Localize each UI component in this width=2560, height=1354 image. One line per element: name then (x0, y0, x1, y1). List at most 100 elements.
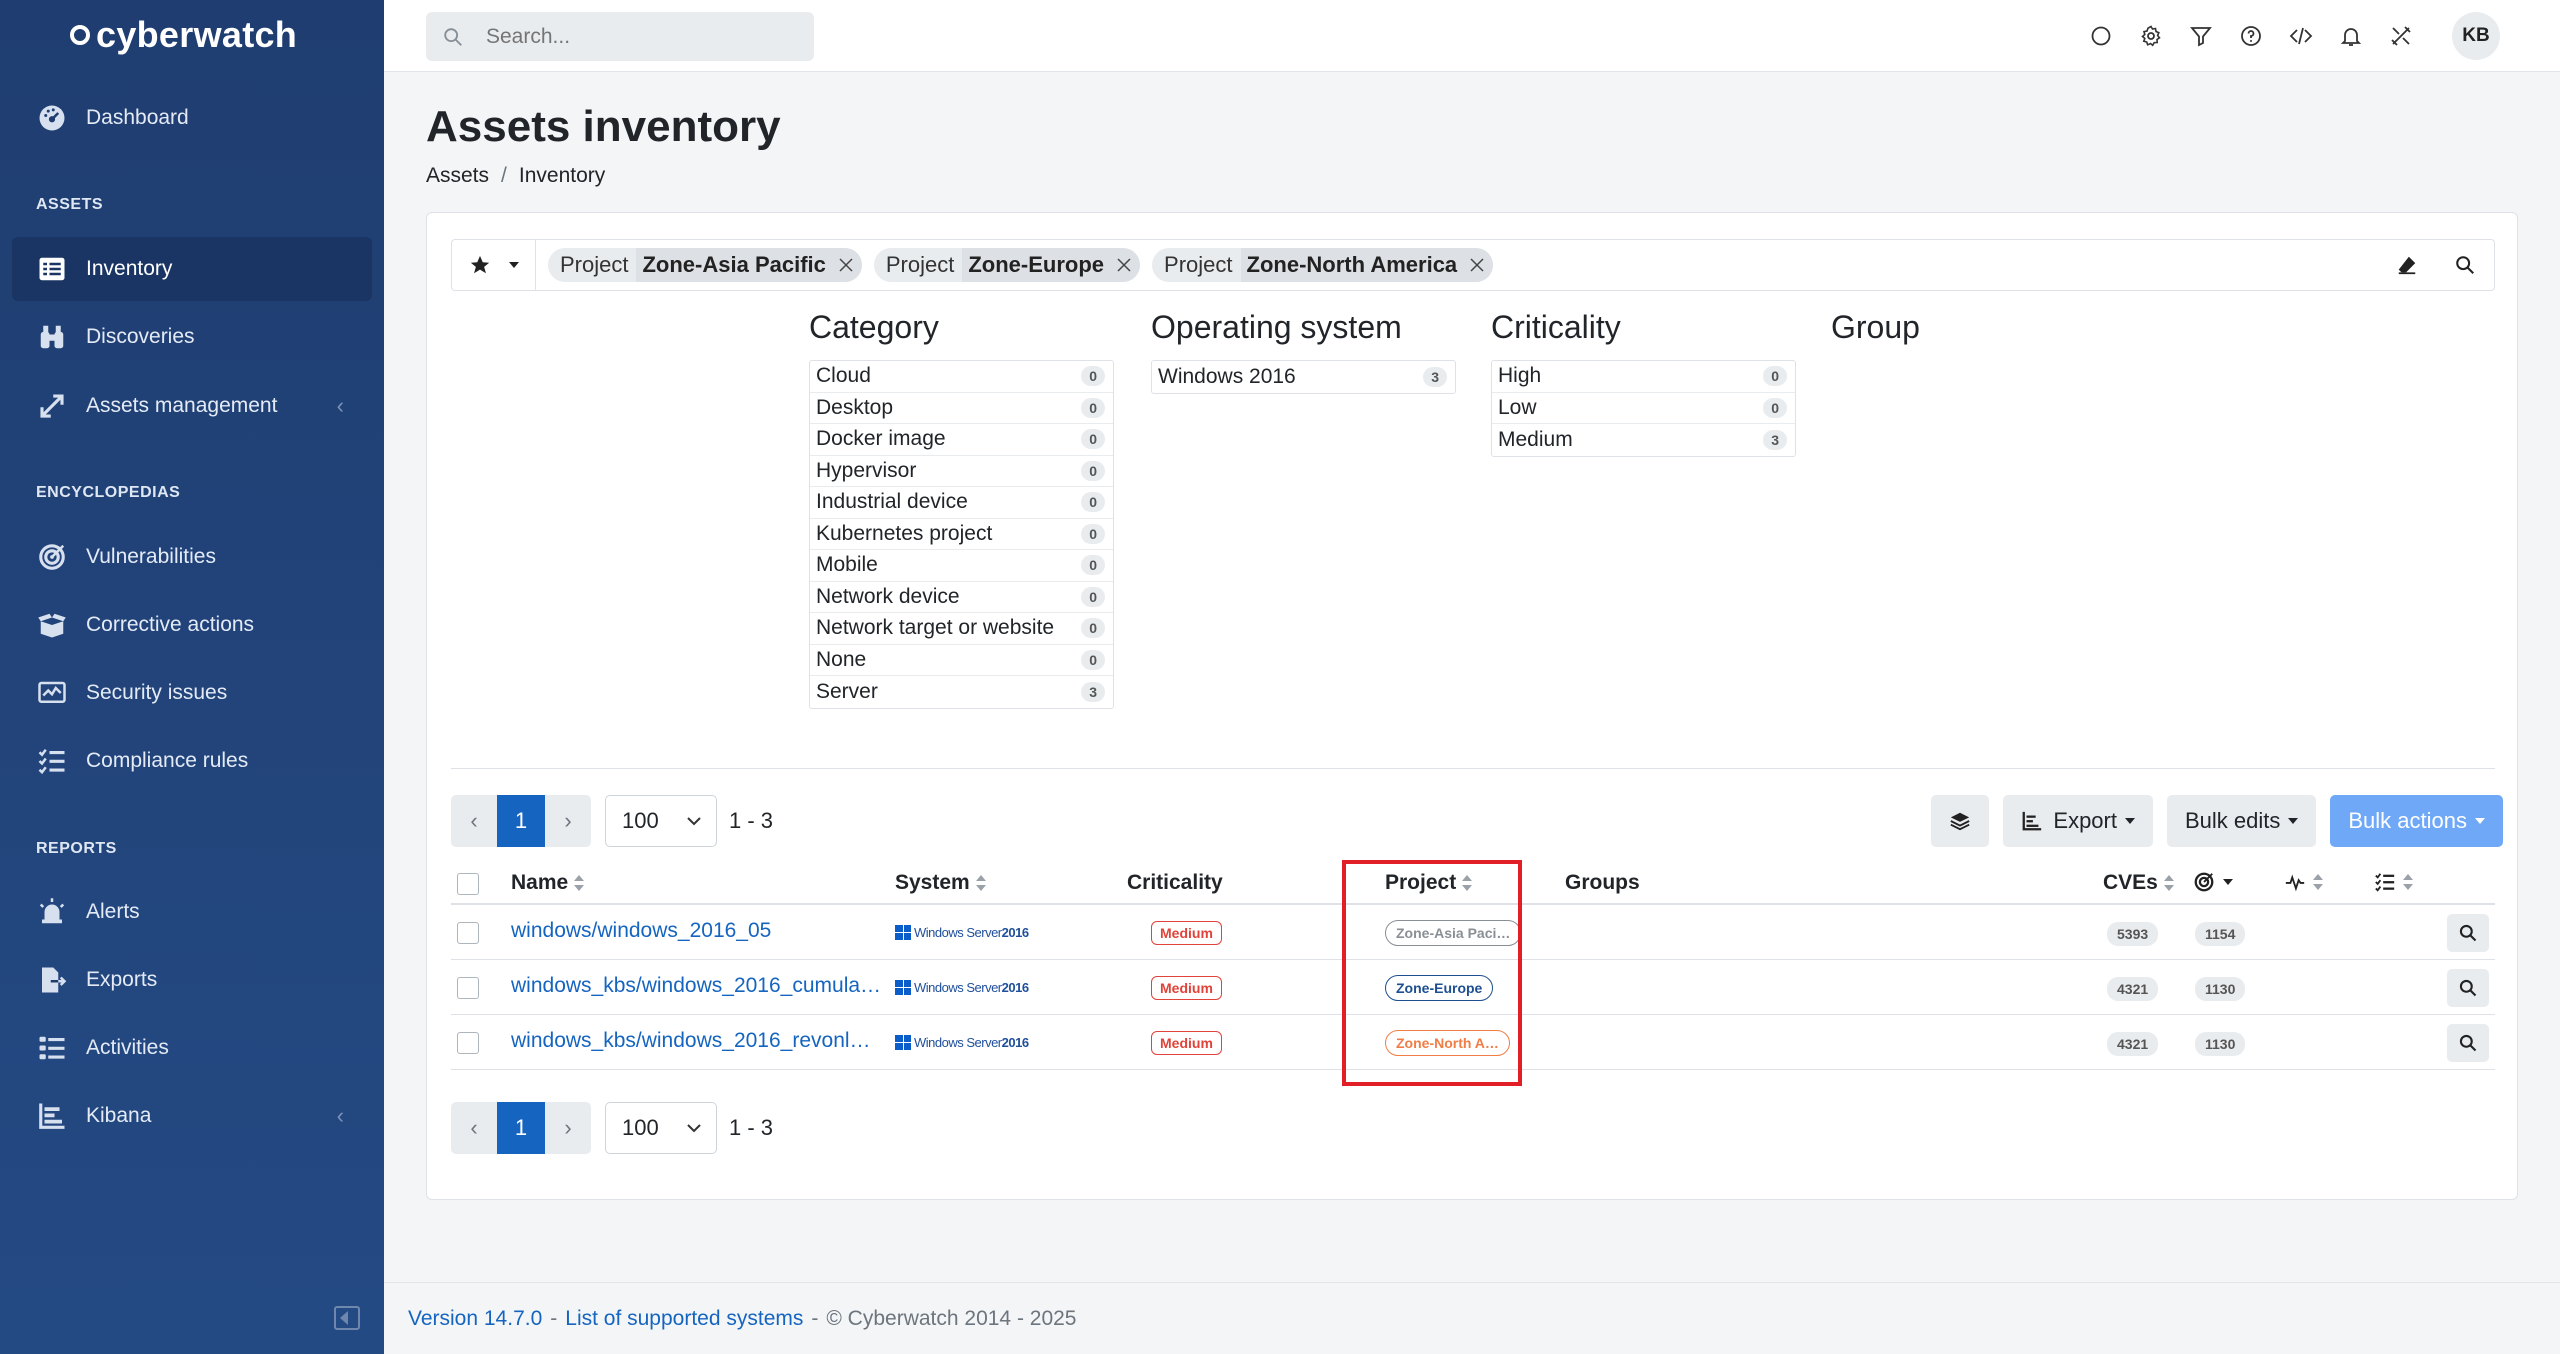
sidebar-item-label: Dashboard (86, 106, 189, 129)
close-icon[interactable] (829, 248, 862, 282)
view-asset-button[interactable] (2447, 914, 2489, 952)
column-name[interactable]: Name (511, 871, 585, 895)
next-page-button[interactable]: › (545, 795, 591, 847)
facet-label: Server (816, 679, 878, 703)
bell-icon[interactable] (2326, 16, 2376, 56)
box-open-icon (36, 609, 68, 641)
search-input[interactable] (486, 24, 786, 49)
close-icon[interactable] (1461, 248, 1494, 282)
sidebar: cyberwatch Dashboard ASSETS Inventory Di… (0, 0, 384, 1354)
per-page-select[interactable]: 100 (605, 1102, 717, 1154)
row-checkbox[interactable] (457, 977, 479, 999)
facet-row[interactable]: Network target or website 0 (810, 613, 1113, 645)
facet-row[interactable]: Server 3 (810, 676, 1113, 708)
breadcrumb-assets[interactable]: Assets (426, 164, 489, 187)
version-link[interactable]: Version 14.7.0 (408, 1307, 542, 1331)
filter-chip: Project Zone-North America (1152, 248, 1494, 282)
column-target[interactable] (2193, 871, 2233, 893)
asset-name-link[interactable]: windows/windows_2016_05 (511, 919, 771, 943)
saved-filters-button[interactable] (452, 240, 536, 290)
search-icon[interactable] (2436, 240, 2494, 290)
facet-row[interactable]: Desktop 0 (810, 393, 1113, 424)
help-icon[interactable] (2226, 16, 2276, 56)
asset-name-link[interactable]: windows_kbs/windows_2016_cumula… (511, 974, 881, 998)
sidebar-item-assets-management[interactable]: Assets management ‹ (12, 374, 372, 438)
facet-label: Desktop (816, 395, 894, 419)
facet-count: 0 (1081, 366, 1105, 387)
column-cves[interactable]: CVEs (2103, 871, 2174, 895)
search-icon (2459, 1034, 2477, 1052)
sidebar-item-alerts[interactable]: Alerts (12, 880, 372, 944)
avatar[interactable]: KB (2452, 12, 2500, 60)
current-page-button[interactable]: 1 (497, 1102, 545, 1154)
code-icon[interactable] (2276, 16, 2326, 56)
tools-icon[interactable] (2376, 16, 2426, 56)
view-asset-button[interactable] (2447, 1024, 2489, 1062)
sidebar-item-exports[interactable]: Exports (12, 948, 372, 1012)
export-button[interactable]: Export (2003, 795, 2153, 847)
facet-row[interactable]: Kubernetes project 0 (810, 519, 1113, 550)
list-ul-icon (36, 1032, 68, 1064)
facet-title-os: Operating system (1151, 309, 1402, 345)
page-range: 1 - 3 (729, 1115, 774, 1140)
sidebar-item-vulnerabilities[interactable]: Vulnerabilities (12, 525, 372, 589)
prioritized-count: 1130 (2195, 1032, 2246, 1056)
sidebar-item-security-issues[interactable]: Security issues (12, 661, 372, 725)
column-label: Groups (1565, 871, 1640, 894)
current-page-button[interactable]: 1 (497, 795, 545, 847)
binoculars-icon (36, 321, 68, 353)
chevron-left-icon: ‹ (336, 393, 344, 418)
column-system[interactable]: System (895, 871, 986, 895)
collapse-sidebar-icon[interactable] (334, 1306, 360, 1330)
eraser-icon[interactable] (2378, 240, 2436, 290)
cyberwatch-logo[interactable]: cyberwatch (70, 14, 297, 56)
sidebar-item-discoveries[interactable]: Discoveries (12, 305, 372, 369)
asset-name-link[interactable]: windows_kbs/windows_2016_revonl… (511, 1029, 871, 1053)
facet-label: High (1498, 364, 1542, 388)
row-checkbox[interactable] (457, 1032, 479, 1054)
search-box[interactable] (426, 12, 814, 61)
circle-status-icon[interactable] (2076, 16, 2126, 56)
facet-row[interactable]: Medium 3 (1492, 424, 1795, 456)
filter-bar: Project Zone-Asia Pacific Project Zone-E… (451, 239, 2495, 291)
sidebar-item-activities[interactable]: Activities (12, 1016, 372, 1080)
caret-down-icon (2124, 818, 2135, 824)
layers-button[interactable] (1931, 795, 1990, 847)
prev-page-button[interactable]: ‹ (451, 1102, 497, 1154)
facet-row[interactable]: Network device 0 (810, 582, 1113, 613)
per-page-select[interactable]: 100 (605, 795, 717, 847)
filter-chip: Project Zone-Asia Pacific (548, 248, 862, 282)
column-activity[interactable] (2283, 871, 2323, 893)
sidebar-item-dashboard[interactable]: Dashboard (12, 86, 372, 150)
facet-row[interactable]: Docker image 0 (810, 424, 1113, 456)
supported-systems-link[interactable]: List of supported systems (565, 1307, 803, 1331)
sidebar-item-corrective-actions[interactable]: Corrective actions (12, 593, 372, 657)
sidebar-item-compliance-rules[interactable]: Compliance rules (12, 729, 372, 793)
facet-row[interactable]: Windows 2016 3 (1152, 361, 1455, 393)
facet-row[interactable]: Industrial device 0 (810, 487, 1113, 519)
facet-row[interactable]: Low 0 (1492, 393, 1795, 424)
facet-row[interactable]: Mobile 0 (810, 550, 1113, 582)
select-all-checkbox[interactable] (457, 873, 479, 895)
close-icon[interactable] (1108, 248, 1141, 282)
facet-row[interactable]: Hypervisor 0 (810, 456, 1113, 487)
sidebar-item-label: Alerts (86, 900, 140, 923)
page-range: 1 - 3 (729, 808, 774, 833)
next-page-button[interactable]: › (545, 1102, 591, 1154)
row-checkbox[interactable] (457, 922, 479, 944)
sidebar-item-kibana[interactable]: Kibana ‹ (12, 1084, 372, 1148)
facet-row[interactable]: None 0 (810, 645, 1113, 676)
prev-page-button[interactable]: ‹ (451, 795, 497, 847)
column-compliance[interactable] (2373, 871, 2413, 893)
facet-label: Low (1498, 395, 1537, 419)
sidebar-item-inventory[interactable]: Inventory (12, 237, 372, 301)
bulk-edits-button[interactable]: Bulk edits (2166, 795, 2317, 847)
facet-row[interactable]: Cloud 0 (810, 361, 1113, 393)
bulk-actions-button[interactable]: Bulk actions (2330, 795, 2503, 847)
prioritized-count: 1130 (2195, 977, 2246, 1001)
filter-icon[interactable] (2176, 16, 2226, 56)
gear-icon[interactable] (2126, 16, 2176, 56)
table-actions: Export Bulk edits Bulk actions (1931, 795, 2503, 847)
view-asset-button[interactable] (2447, 969, 2489, 1007)
facet-row[interactable]: High 0 (1492, 361, 1795, 393)
